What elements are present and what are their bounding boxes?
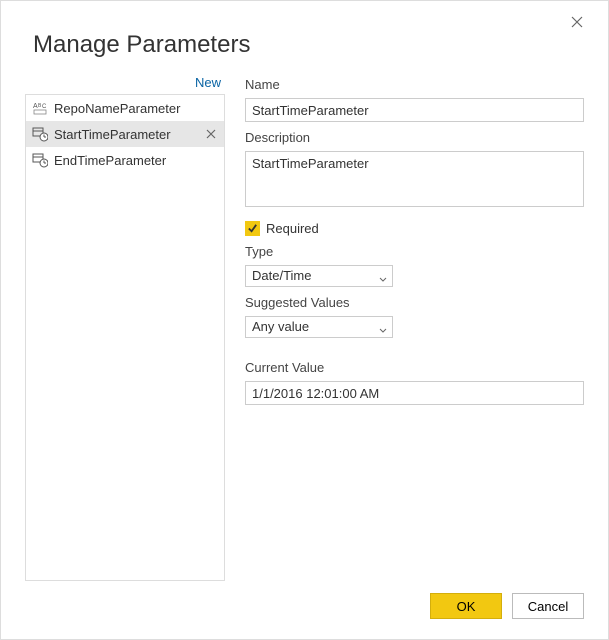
dialog-footer: OK Cancel [25, 593, 584, 619]
current-value-input[interactable] [245, 381, 584, 405]
parameter-item-starttime[interactable]: StartTimeParameter [26, 121, 224, 147]
name-label: Name [245, 77, 584, 92]
required-label: Required [266, 221, 319, 236]
right-pane: Name Description Required Type Date/Time… [245, 75, 584, 581]
remove-parameter-icon[interactable] [204, 127, 218, 141]
suggested-values-select[interactable]: Any value [245, 316, 393, 338]
close-button[interactable] [570, 15, 584, 29]
text-param-icon: A B C [32, 100, 48, 116]
description-input[interactable] [245, 151, 584, 207]
dialog-title: Manage Parameters [33, 31, 584, 59]
left-pane: New A B C RepoNameParameter [25, 75, 225, 581]
type-label: Type [245, 244, 584, 259]
name-input[interactable] [245, 98, 584, 122]
current-value-label: Current Value [245, 360, 584, 375]
svg-text:C: C [42, 104, 47, 110]
description-label: Description [245, 130, 584, 145]
parameter-list: A B C RepoNameParameter [25, 94, 225, 581]
cancel-button[interactable]: Cancel [512, 593, 584, 619]
parameter-item-reponame[interactable]: A B C RepoNameParameter [26, 95, 224, 121]
parameter-item-label: RepoNameParameter [54, 101, 198, 116]
parameter-item-label: StartTimeParameter [54, 127, 198, 142]
suggested-values-label: Suggested Values [245, 295, 584, 310]
type-select[interactable]: Date/Time [245, 265, 393, 287]
required-checkbox[interactable] [245, 221, 260, 236]
manage-parameters-dialog: Manage Parameters New A B C RepoNamePara… [0, 0, 609, 640]
titlebar-row [25, 15, 584, 29]
parameter-item-endtime[interactable]: EndTimeParameter [26, 147, 224, 173]
datetime-param-icon [32, 126, 48, 142]
ok-button[interactable]: OK [430, 593, 502, 619]
datetime-param-icon [32, 152, 48, 168]
parameter-item-label: EndTimeParameter [54, 153, 198, 168]
new-parameter-link[interactable]: New [25, 75, 225, 90]
